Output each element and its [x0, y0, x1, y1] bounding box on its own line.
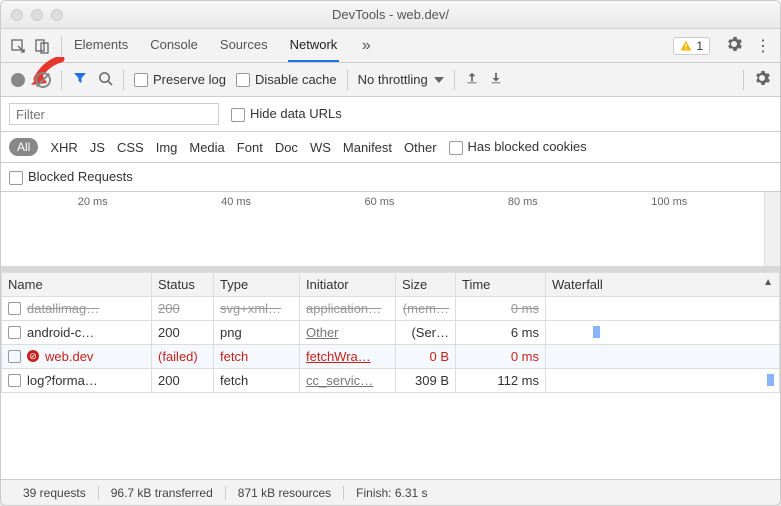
type-js[interactable]: JS: [90, 140, 105, 155]
preserve-log-checkbox[interactable]: Preserve log: [134, 72, 226, 88]
status-requests: 39 requests: [11, 486, 99, 500]
search-icon[interactable]: [98, 71, 113, 89]
cell-status: 200: [152, 368, 214, 392]
col-name[interactable]: Name: [2, 272, 152, 296]
cell-size: 309 B: [396, 368, 456, 392]
type-ws[interactable]: WS: [310, 140, 331, 155]
col-type[interactable]: Type: [214, 272, 300, 296]
cell-type: png: [214, 320, 300, 344]
cell-status: 200: [152, 320, 214, 344]
cell-initiator[interactable]: fetchWra…: [300, 344, 396, 368]
type-all[interactable]: All: [9, 138, 38, 156]
chevron-down-icon: [434, 77, 444, 83]
col-size[interactable]: Size: [396, 272, 456, 296]
devtools-window: DevTools - web.dev/ Elements Console Sou…: [0, 0, 781, 506]
kebab-menu-icon[interactable]: ⋮: [754, 37, 772, 55]
cell-waterfall: [546, 368, 780, 392]
type-manifest[interactable]: Manifest: [343, 140, 392, 155]
cell-type: fetch: [214, 368, 300, 392]
row-checkbox[interactable]: [8, 374, 21, 387]
hide-data-urls-checkbox[interactable]: Hide data URLs: [231, 106, 342, 122]
cell-time: 6 ms: [456, 320, 546, 344]
error-icon: ⊘: [27, 350, 39, 362]
type-other[interactable]: Other: [404, 140, 437, 155]
cell-type: fetch: [214, 344, 300, 368]
throttling-select[interactable]: No throttling: [358, 72, 444, 87]
row-checkbox[interactable]: [8, 350, 21, 363]
tab-elements[interactable]: Elements: [72, 29, 130, 62]
device-toggle-icon[interactable]: [33, 37, 51, 55]
table-row-cut: datallimag… 200svg+xml…application…(mem……: [2, 296, 780, 320]
table-row[interactable]: android-c… 200pngOther(Ser…6 ms: [2, 320, 780, 344]
minimize-dot[interactable]: [31, 9, 43, 21]
col-initiator[interactable]: Initiator: [300, 272, 396, 296]
col-time[interactable]: Time: [456, 272, 546, 296]
tab-console[interactable]: Console: [148, 29, 200, 62]
more-tabs-icon[interactable]: »: [357, 37, 375, 55]
row-checkbox[interactable]: [8, 326, 21, 339]
warning-count: 1: [696, 39, 703, 53]
network-toolbar: Preserve log Disable cache No throttling: [1, 63, 780, 97]
titlebar: DevTools - web.dev/: [1, 1, 780, 29]
cell-initiator[interactable]: cc_servic…: [300, 368, 396, 392]
cell-initiator[interactable]: Other: [300, 320, 396, 344]
close-dot[interactable]: [11, 9, 23, 21]
timeline-ticks: 20 ms 40 ms 60 ms 80 ms 100 ms: [1, 196, 764, 208]
table-header-row: Name Status Type Initiator Size Time Wat…: [2, 272, 780, 296]
col-status[interactable]: Status: [152, 272, 214, 296]
request-name: log?forma…: [27, 373, 98, 388]
cell-status: (failed): [152, 344, 214, 368]
table-row[interactable]: log?forma… 200fetchcc_servic…309 B112 ms: [2, 368, 780, 392]
main-tabs-row: Elements Console Sources Network » 1 ⋮: [1, 29, 780, 63]
download-har-icon[interactable]: [489, 71, 503, 88]
request-name: web.dev: [45, 349, 93, 364]
cell-size: 0 B: [396, 344, 456, 368]
tab-network[interactable]: Network: [288, 29, 340, 62]
tab-sources[interactable]: Sources: [218, 29, 270, 62]
type-css[interactable]: CSS: [117, 140, 144, 155]
disable-cache-checkbox[interactable]: Disable cache: [236, 72, 337, 88]
filter-input[interactable]: [9, 103, 219, 125]
table-row[interactable]: ⊘ web.dev (failed)fetchfetchWra…0 B0 ms: [2, 344, 780, 368]
type-img[interactable]: Img: [156, 140, 178, 155]
status-bar: 39 requests 96.7 kB transferred 871 kB r…: [1, 479, 780, 505]
blocked-requests-bar: Blocked Requests: [1, 163, 780, 192]
cell-time: 0 ms: [456, 344, 546, 368]
traffic-lights: [11, 9, 63, 21]
filter-bar: Hide data URLs: [1, 97, 780, 132]
panel-tabs: Elements Console Sources Network »: [72, 29, 375, 62]
type-media[interactable]: Media: [189, 140, 224, 155]
status-transferred: 96.7 kB transferred: [99, 486, 226, 500]
type-doc[interactable]: Doc: [275, 140, 298, 155]
type-font[interactable]: Font: [237, 140, 263, 155]
clear-button[interactable]: [35, 72, 51, 88]
timeline-scrollbar[interactable]: [764, 192, 780, 266]
type-filter-bar: All XHR JS CSS Img Media Font Doc WS Man…: [1, 132, 780, 163]
has-blocked-cookies-checkbox[interactable]: Has blocked cookies: [449, 139, 587, 155]
network-settings-icon[interactable]: [754, 70, 770, 89]
request-name: android-c…: [27, 325, 94, 340]
record-button[interactable]: [11, 73, 25, 87]
zoom-dot[interactable]: [51, 9, 63, 21]
upload-har-icon[interactable]: [465, 71, 479, 88]
inspect-icon[interactable]: [9, 37, 27, 55]
warning-badge[interactable]: 1: [673, 37, 710, 55]
status-finish: Finish: 6.31 s: [344, 486, 439, 500]
settings-icon[interactable]: [726, 36, 742, 55]
status-resources: 871 kB resources: [226, 486, 344, 500]
cell-time: 112 ms: [456, 368, 546, 392]
blocked-requests-checkbox[interactable]: Blocked Requests: [9, 169, 133, 184]
col-waterfall[interactable]: Waterfall: [546, 272, 780, 296]
window-title: DevTools - web.dev/: [1, 7, 780, 22]
requests-table: Name Status Type Initiator Size Time Wat…: [1, 272, 780, 479]
cell-size: (Ser…: [396, 320, 456, 344]
timeline-overview[interactable]: 20 ms 40 ms 60 ms 80 ms 100 ms: [1, 192, 780, 272]
filter-icon[interactable]: [72, 70, 88, 89]
cell-waterfall: [546, 320, 780, 344]
cell-waterfall: [546, 344, 780, 368]
type-xhr[interactable]: XHR: [50, 140, 77, 155]
